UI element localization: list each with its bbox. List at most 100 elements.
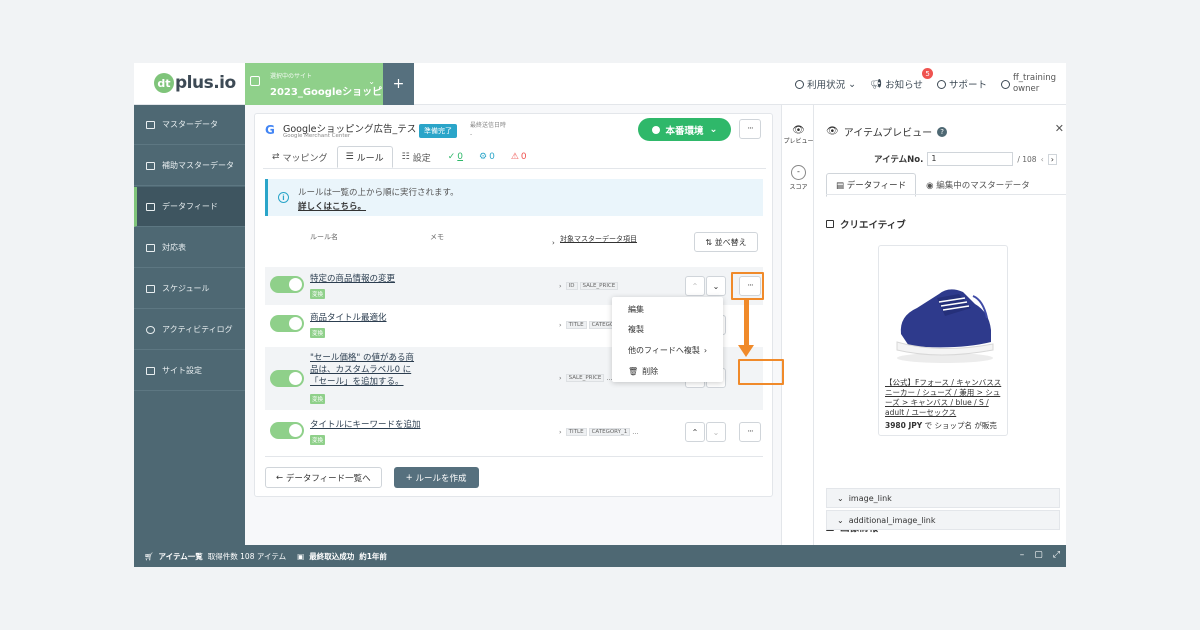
sidebar-item-master-data[interactable]: マスターデータ [134,105,245,145]
rule-target[interactable]: › SALE_PRICE ... [559,374,613,382]
expand-icon[interactable]: ⤢ [1053,550,1060,560]
col-target[interactable]: › 対象マスターデータ項目 [552,234,642,247]
sort-button[interactable]: ⇅ 並べ替え [694,232,758,252]
logo[interactable]: dt plus.io [154,73,236,93]
item-no-input[interactable]: 1 [927,152,1014,166]
sidebar-item-label: マスターデータ [162,120,218,129]
rule-toggle[interactable] [270,370,304,387]
last-sent-value: - [470,131,473,138]
tab-settings[interactable]: ☷ 設定 [393,146,440,168]
rail-tab-score[interactable]: - スコア [782,165,815,191]
calendar-icon [146,284,155,293]
tab-label: データフィード [846,181,907,191]
last-fetch-label: 最終取込成功 [309,551,355,561]
move-down-button[interactable]: ⌄ [706,276,726,296]
user-menu[interactable]: ff_training owner [1000,73,1056,95]
item-count-text: 取得件数 108 アイテム [207,551,287,561]
usage-menu[interactable]: 利用状況 ⌄ [795,77,856,91]
plus-icon: + [405,472,416,483]
chevron-down-icon: ⌄ [837,515,844,525]
sidebar: マスターデータ 補助マスターデータ データフィード 対応表 スケジュール アクテ… [134,105,245,545]
items-list-button[interactable]: アイテム一覧 [159,551,203,562]
rule-name-link[interactable]: 特定の商品情報の変更 [310,273,395,285]
mapping-icon: ⇄ [272,152,280,162]
warn-count[interactable]: ⚙ 0 [471,146,503,168]
user-name: ff_training [1012,73,1056,83]
last-sent-label: 最終送信日時 [470,122,507,129]
right-rail: 👁︎ プレビュー - スコア [781,105,814,545]
menu-item-edit[interactable]: 編集 [622,299,733,319]
create-rule-button[interactable]: + ルールを作成 [393,467,479,488]
item-number: アイテムNo. 1 / 108 ‹ › [874,152,1057,166]
tab-label: ルール [356,153,384,164]
sidebar-item-sub-master-data[interactable]: 補助マスターデータ [134,146,245,186]
prev-item-button[interactable]: ‹ [1041,155,1044,164]
chevron-right-icon: › [559,321,564,329]
calendar-icon: ▣ [297,551,305,561]
eye-icon: 👁︎ [792,125,805,136]
sidebar-item-schedule[interactable]: スケジュール [134,269,245,309]
sidebar-item-activity-log[interactable]: アクティビティログ [134,310,245,350]
next-item-button[interactable]: › [1047,153,1057,165]
site-switcher[interactable]: 選択中のサイト 2023_Googleショッピ ⌄ [245,63,383,105]
rule-toggle[interactable] [270,276,304,293]
rule-toggle[interactable] [270,315,304,332]
error-count[interactable]: ⚠ 0 [503,146,535,168]
notices-menu[interactable]: 📢︎ お知らせ 5 [870,68,934,91]
maximize-icon[interactable]: ▢ [1034,550,1043,560]
rule-name-link[interactable]: タイトルにキーワードを追加 [310,419,421,431]
move-down-button[interactable]: ⌄ [706,422,726,442]
close-icon[interactable]: ✕ [1055,122,1064,135]
sidebar-item-data-feed[interactable]: データフィード [134,187,245,227]
chevron-down-icon: ⌄ [837,493,844,503]
help-icon[interactable]: ? [937,126,948,137]
menu-item-duplicate[interactable]: 複製 [622,319,733,339]
accordion-additional-image-link[interactable]: ⌄ additional_image_link [826,510,1060,530]
help-icon [936,79,946,89]
rail-tab-preview[interactable]: 👁︎ プレビュー [782,125,815,145]
accordion-image-link[interactable]: ⌄ image_link [826,488,1060,508]
preview-title-text: アイテムプレビュー [843,128,933,139]
environment-button[interactable]: 本番環境 ⌄ [638,118,731,141]
tab-rules[interactable]: ☰ ルール [336,146,393,168]
error-count-value: 0 [520,152,527,162]
minimize-icon[interactable]: – [1020,550,1025,560]
move-up-button[interactable]: ⌃ [685,276,705,296]
rule-toggle[interactable] [270,422,304,439]
back-to-feeds-button[interactable]: ← データフィード一覧へ [265,467,382,488]
sliders-icon [146,366,155,375]
support-menu[interactable]: サポート [936,77,987,91]
field-chip: CATEGORY_1 [588,428,631,436]
rule-name-link[interactable]: "セール価格" の値がある商 品は、カスタムラベル0 に 「セール」を追加する。 [310,352,414,388]
rule-tag: 変換 [310,328,326,338]
logo-text: plus.io [175,73,236,93]
sidebar-item-site-settings[interactable]: サイト設定 [134,351,245,391]
menu-item-copy-to-feed[interactable]: 他のフィードへ複製 › [622,340,733,360]
rule-name-link[interactable]: 商品タイトル最適化 [310,312,387,324]
rule-more-button[interactable]: ··· [739,422,761,442]
add-site-button[interactable]: + [383,63,414,105]
support-label: サポート [948,80,987,91]
tab-mapping[interactable]: ⇄ マッピング [263,146,337,168]
rule-target[interactable]: › ID SALE_PRICE [559,282,619,290]
logo-mark: dt [154,73,174,93]
info-link[interactable]: 詳しくはこちら。 [298,200,366,212]
item-no-label: アイテムNo. [874,155,924,165]
sidebar-item-mapping-table[interactable]: 対応表 [134,228,245,268]
annotation-arrow [744,298,749,348]
menu-item-delete[interactable]: 🗑︎ 削除 [622,361,733,381]
sort-label: 並べ替え [714,237,747,247]
product-title[interactable]: 【公式】Fフォース / キャンバススニーカー / シューズ / 兼用 > シュー… [885,378,1005,418]
site-name: 2023_Googleショッピ [270,87,383,98]
history-icon [146,325,155,334]
last-fetch-value: 約1年前 [359,551,387,561]
rail-score-label: スコア [789,184,808,191]
feed-more-button[interactable]: ··· [739,119,761,139]
check-icon: ✓ [447,152,456,162]
info-text: ルールは一覧の上から順に実行されます。 [298,188,459,198]
product-price: 3980 JPY で ショップ名 が販売 [885,420,997,431]
product-card[interactable]: 【公式】Fフォース / キャンバススニーカー / シューズ / 兼用 > シュー… [878,245,1008,436]
rule-target[interactable]: › TITLE CATEGORY_1 ... [559,428,638,436]
ok-count[interactable]: ✓ 0 [440,146,471,168]
move-up-button[interactable]: ⌃ [685,422,705,442]
